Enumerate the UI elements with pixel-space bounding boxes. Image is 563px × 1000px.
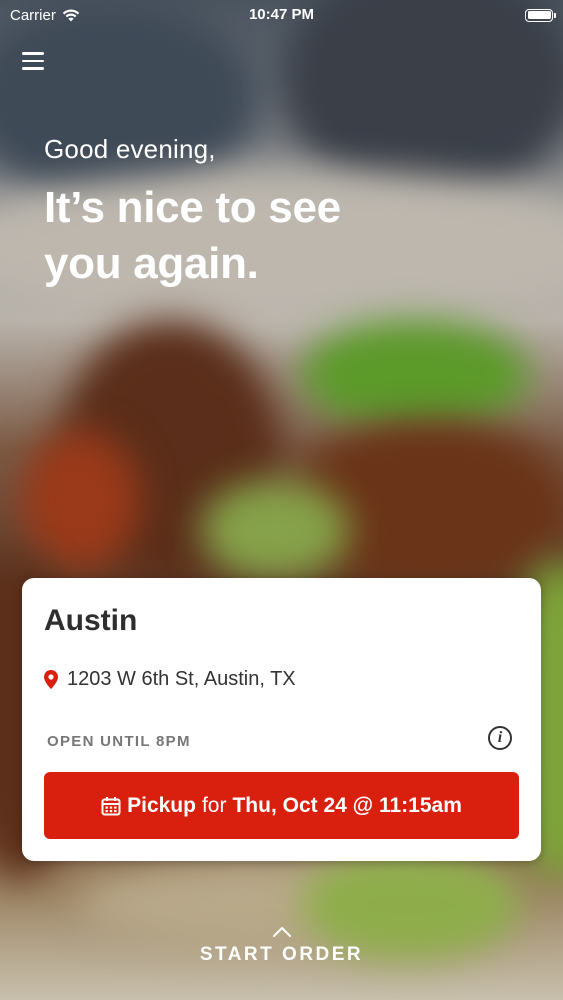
info-button[interactable]: i <box>488 726 512 750</box>
store-address[interactable]: 1203 W 6th St, Austin, TX <box>44 668 296 691</box>
menu-icon <box>22 52 44 70</box>
pickup-label: Pickup <box>127 793 196 817</box>
location-pin-icon <box>44 670 58 689</box>
pickup-connector: for <box>201 793 227 817</box>
store-name: Austin <box>44 604 138 637</box>
chevron-up-icon <box>272 927 291 937</box>
info-icon: i <box>497 729 503 746</box>
status-time: 10:47 PM <box>248 6 315 23</box>
store-hours: OPEN UNTIL 8PM <box>47 733 191 750</box>
pickup-time-button[interactable]: Pickup for Thu, Oct 24 @ 11:15am <box>44 772 519 839</box>
start-order-label: START ORDER <box>199 944 364 965</box>
start-order-button[interactable]: START ORDER <box>0 926 563 966</box>
greeting-text: Good evening, <box>44 134 216 164</box>
welcome-headline: It’s nice to see you again. <box>44 183 341 288</box>
menu-button[interactable] <box>22 52 44 74</box>
location-card: Austin 1203 W 6th St, Austin, TX OPEN UN… <box>22 578 541 861</box>
calendar-icon <box>101 796 121 815</box>
address-text: 1203 W 6th St, Austin, TX <box>67 668 296 690</box>
pickup-datetime: Thu, Oct 24 @ 11:15am <box>232 793 462 817</box>
